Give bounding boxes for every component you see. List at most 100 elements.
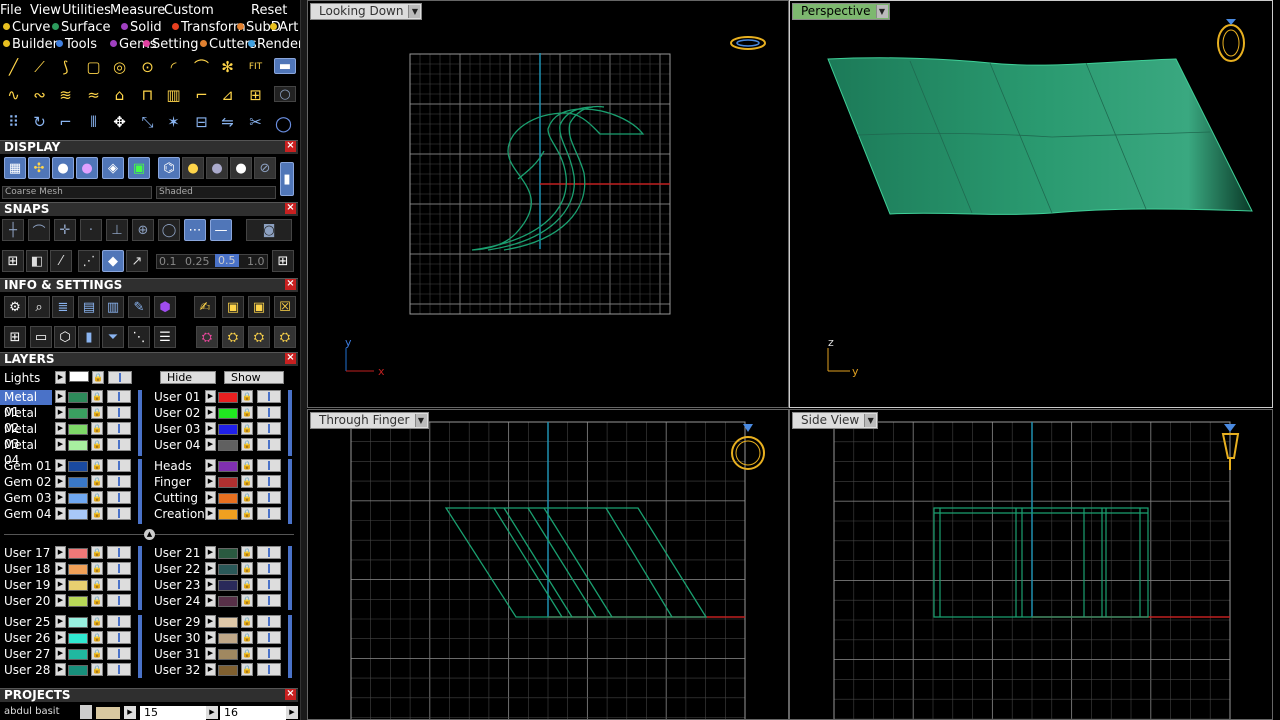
layer-name[interactable]: User 28 [0,663,52,678]
tab-setting[interactable]: Setting [143,37,199,52]
project-arrow-3-icon[interactable]: ▶ [286,706,298,719]
document-icon[interactable]: ▥ [102,296,124,318]
layer-visibility-toggle[interactable] [257,647,281,660]
layer-expand-icon[interactable]: ▶ [205,491,216,504]
layer-name[interactable]: Creation [150,507,205,522]
layer-lock-icon[interactable]: 🔒 [91,507,103,520]
viewport-perspective[interactable]: z y Perspective ▼ [789,0,1273,408]
layer-lock-icon[interactable]: 🔒 [91,594,103,607]
nodes-tool-icon[interactable]: ⠿ [2,111,25,134]
ring-a-icon[interactable]: ⛭ [222,326,244,348]
layer-visibility-toggle[interactable] [257,459,281,472]
columns-tool-icon[interactable]: ▥ [162,84,185,107]
trim-tool-icon[interactable]: ⊿ [216,84,239,107]
small-toggle-icon[interactable]: ○ [274,86,296,102]
tab-solid[interactable]: Solid [121,20,162,35]
layer-expand-icon[interactable]: ▶ [55,562,66,575]
layer-row-user-26[interactable]: User 26 ▶ 🔒 [0,631,150,646]
layer-lock-icon[interactable]: 🔒 [241,475,253,488]
layer-visibility-toggle[interactable] [257,507,281,520]
tab-surface[interactable]: Surface [52,20,111,35]
layer-expand-icon[interactable]: ▶ [55,475,66,488]
points-icon[interactable]: ✣ [28,157,50,179]
layer-color-swatch[interactable] [218,617,238,628]
wireframe-icon[interactable]: ▦ [4,157,26,179]
box-info-icon[interactable]: ▤ [78,296,100,318]
layer-expand-icon[interactable]: ▶ [55,390,66,403]
layer-visibility-toggle[interactable] [257,390,281,403]
layer-expand-icon[interactable]: ▶ [55,578,66,591]
layer-visibility-toggle[interactable] [107,663,131,676]
layer-name[interactable]: User 29 [150,615,202,630]
layer-color-swatch[interactable] [218,461,238,472]
layer-row-metal-02[interactable]: Metal 02 ▶ 🔒 [0,406,150,435]
viewport-menu-icon[interactable]: ▼ [414,414,427,427]
measure-icon[interactable]: ⋱ [128,326,150,348]
layer-lock-icon[interactable]: 🔒 [241,422,253,435]
layer-lock-icon[interactable]: 🔒 [91,475,103,488]
layer-visibility-toggle[interactable] [107,422,131,435]
layer-name[interactable]: User 04 [150,438,202,453]
layer-expand-icon[interactable]: ▶ [55,615,66,628]
layer-lock-icon[interactable]: 🔒 [241,546,253,559]
layer-name[interactable]: Metal 01 [0,390,52,419]
cube-view-icon[interactable]: ◧ [26,250,48,272]
viewport-through-finger[interactable]: Through Finger ▼ [307,409,789,720]
layer-row-user-32[interactable]: User 32 ▶ 🔒 [150,663,300,678]
rotate-tool-icon[interactable]: ↻ [28,111,51,134]
polyline-tool-icon[interactable]: ⟋ [28,56,51,79]
layer-name[interactable]: User 26 [0,631,52,646]
layer-row-user-30[interactable]: User 30 ▶ 🔒 [150,631,300,646]
toggle-icon[interactable]: ▬ [274,58,296,74]
layer-expand-icon[interactable]: ▶ [55,438,66,451]
layer-expand-icon[interactable]: ▶ [205,459,216,472]
layer-name[interactable]: Gem 03 [0,491,52,506]
layer-expand-icon[interactable]: ▶ [205,507,216,520]
project-name[interactable]: abdul basit [4,706,60,717]
settings-gear-icon[interactable]: ⚙ [4,296,26,318]
layer-name[interactable]: User 21 [150,546,202,561]
layer-lock-icon[interactable]: 🔒 [241,438,253,451]
layer-visibility-toggle[interactable] [107,491,131,504]
snap-center-icon[interactable]: ⊕ [132,219,154,241]
circle-tool-icon[interactable]: ◎ [108,56,131,79]
viewport-looking-down[interactable]: y x Looking Down ▼ [307,0,789,408]
layer-lock-icon[interactable]: 🔒 [91,422,103,435]
layer-lock-icon[interactable]: 🔒 [241,562,253,575]
lights-expand-icon[interactable]: ▶ [55,371,66,384]
close-projects-icon[interactable]: × [285,689,296,700]
blend-curve-icon[interactable]: ≈ [82,84,105,107]
square-tool-icon[interactable]: ▢ [82,56,105,79]
layer-row-metal-04[interactable]: Metal 04 ▶ 🔒 [0,438,150,467]
layer-color-swatch[interactable] [218,548,238,559]
brush-icon[interactable]: ⁄ [50,250,72,272]
layer-name[interactable]: User 01 [150,390,202,405]
snap-cross-icon[interactable]: ✛ [54,219,76,241]
screen-icon[interactable]: ▣ [128,157,150,179]
menu-reset[interactable]: Reset [251,3,287,18]
layer-row-user-18[interactable]: User 18 ▶ 🔒 [0,562,150,577]
show-button[interactable]: Show [224,371,284,384]
layer-row-user-27[interactable]: User 27 ▶ 🔒 [0,647,150,662]
display-slider[interactable]: ▮ [280,162,294,196]
layer-expand-icon[interactable]: ▶ [205,390,216,403]
divider-collapse-icon[interactable]: ▲ [144,529,155,540]
snap-axis-icon[interactable]: ↗ [126,250,148,272]
viewport-menu-icon[interactable]: ▼ [875,5,888,18]
layer-row-user-02[interactable]: User 02 ▶ 🔒 [150,406,300,421]
project-arrow-2-icon[interactable]: ▶ [206,706,218,719]
layer-visibility-toggle[interactable] [107,578,131,591]
panel-splitter[interactable] [300,0,307,720]
layer-row-user-04[interactable]: User 04 ▶ 🔒 [150,438,300,453]
layer-name[interactable]: User 17 [0,546,52,561]
layer-visibility-toggle[interactable] [257,594,281,607]
layer-row-gem-01[interactable]: Gem 01 ▶ 🔒 [0,459,150,474]
layer-color-swatch[interactable] [68,461,88,472]
layer-color-swatch[interactable] [218,509,238,520]
layer-color-swatch[interactable] [68,649,88,660]
layer-name[interactable]: User 20 [0,594,52,609]
layer-lock-icon[interactable]: 🔒 [241,507,253,520]
tab-transform[interactable]: Transform [172,20,246,35]
close-info-icon[interactable]: × [285,279,296,290]
ring-tool-icon[interactable]: ○ [272,111,295,134]
